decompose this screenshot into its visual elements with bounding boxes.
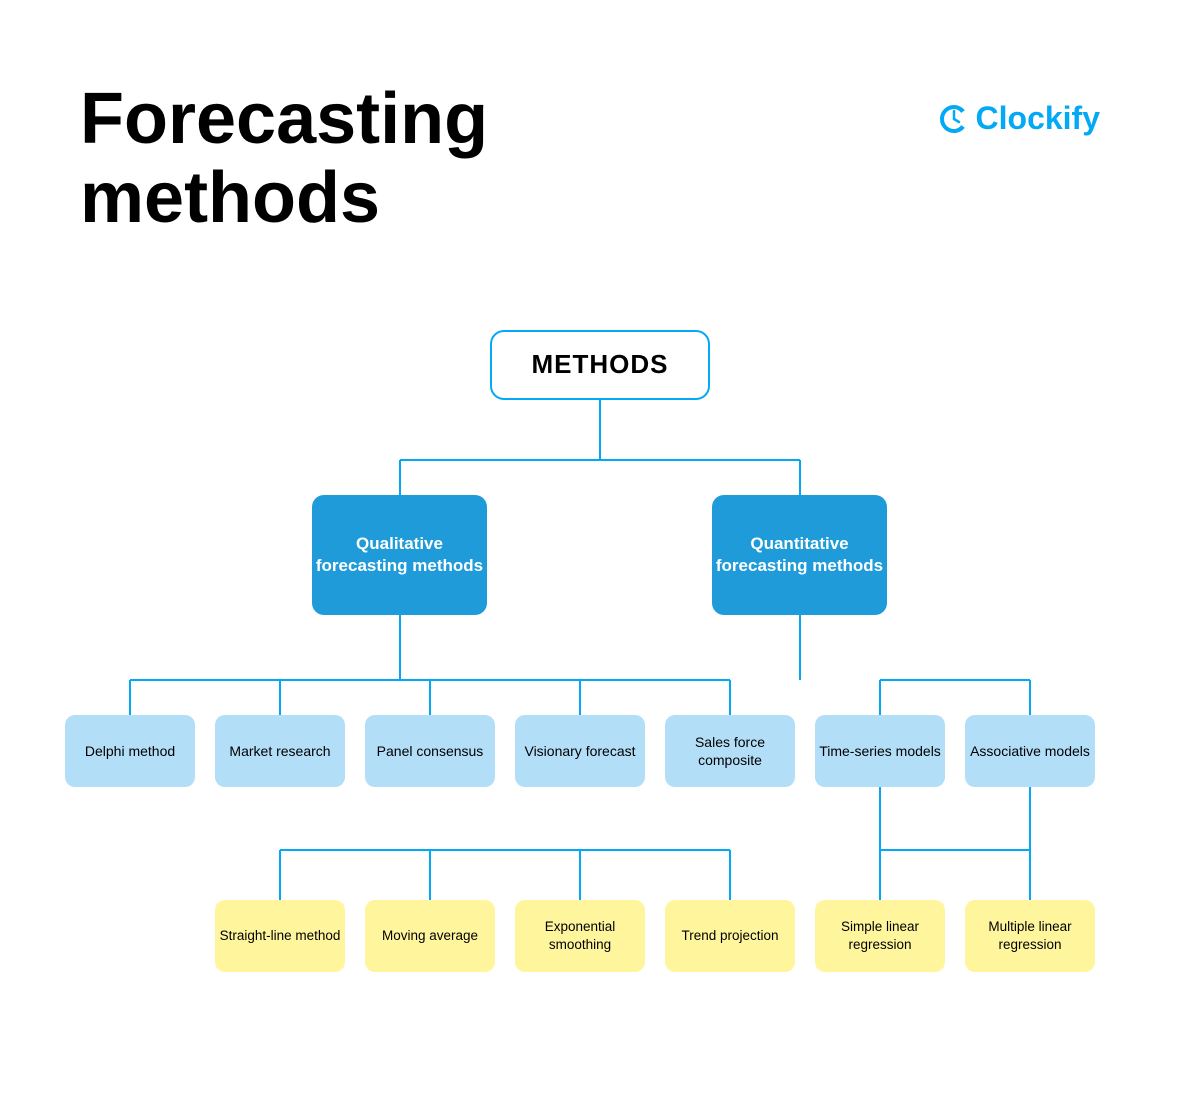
node-timeseries: Time-series models — [815, 715, 945, 787]
node-salesforce: Sales force composite — [665, 715, 795, 787]
node-moving: Moving average — [365, 900, 495, 972]
node-panel: Panel consensus — [365, 715, 495, 787]
node-trend: Trend projection — [665, 900, 795, 972]
node-quantitative: Quantitative forecasting methods — [712, 495, 887, 615]
node-associative: Associative models — [965, 715, 1095, 787]
node-qualitative: Qualitative forecasting methods — [312, 495, 487, 615]
node-straightline: Straight-line method — [215, 900, 345, 972]
node-market: Market research — [215, 715, 345, 787]
node-visionary: Visionary forecast — [515, 715, 645, 787]
diagram: METHODS Qualitative forecasting methods … — [0, 330, 1200, 1090]
node-multiplereg: Multiple linear regression — [965, 900, 1095, 972]
clockify-logo-icon — [936, 101, 972, 137]
node-delphi: Delphi method — [65, 715, 195, 787]
connector-lines — [0, 330, 1200, 1090]
logo: Clockify — [936, 100, 1100, 137]
node-exponential: Exponential smoothing — [515, 900, 645, 972]
node-simplereg: Simple linear regression — [815, 900, 945, 972]
node-root: METHODS — [490, 330, 710, 400]
page-title: Forecasting methods — [80, 80, 488, 238]
